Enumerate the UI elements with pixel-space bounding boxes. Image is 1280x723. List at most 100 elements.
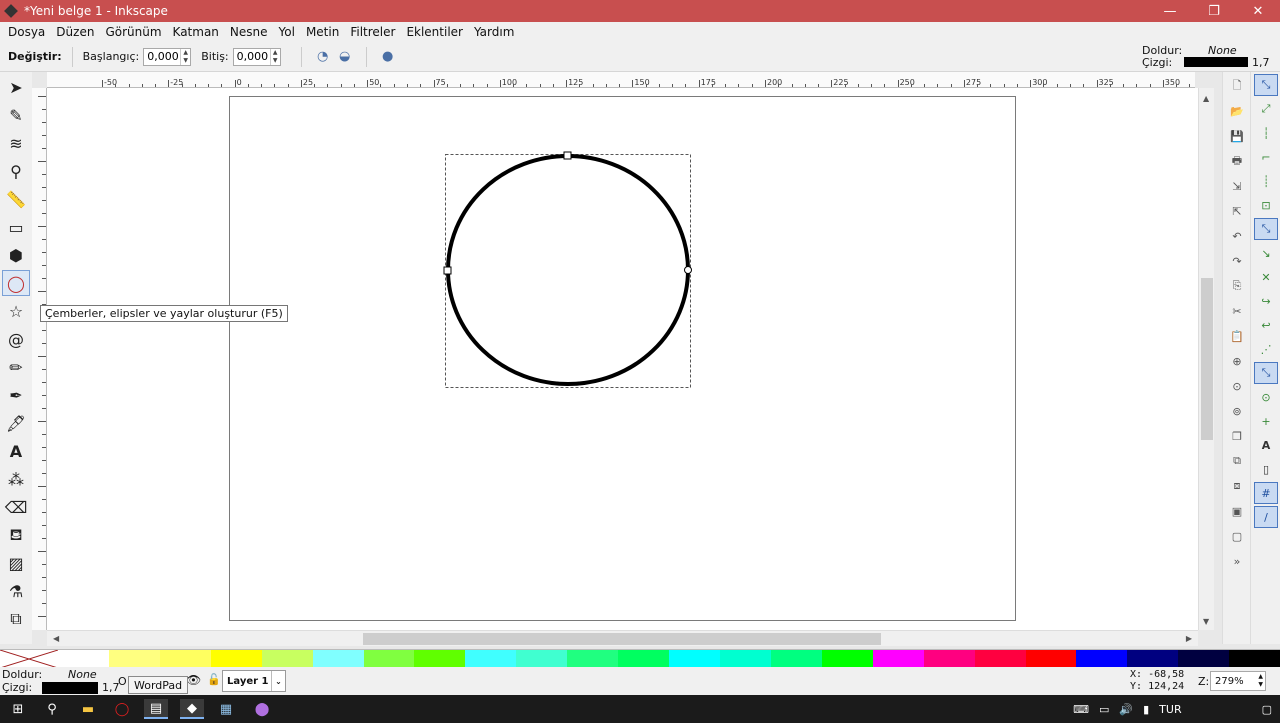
tweak-tool-icon[interactable]: ≋ bbox=[2, 130, 30, 156]
palette-swatch[interactable] bbox=[872, 650, 924, 668]
snap-bbox-edges-icon[interactable]: ┆ bbox=[1254, 122, 1278, 144]
menu-filters[interactable]: Filtreler bbox=[350, 25, 395, 39]
layer-visibility-icon[interactable]: 👁 bbox=[186, 673, 201, 687]
palette-swatch[interactable] bbox=[58, 650, 109, 668]
scroll-left-icon[interactable]: ◀ bbox=[53, 634, 59, 643]
no-paint-swatch[interactable] bbox=[0, 649, 59, 669]
selected-style-indicator[interactable]: Doldur: None Çizgi: 1,7 bbox=[2, 668, 120, 694]
eraser-tool-icon[interactable]: ⌫ bbox=[2, 494, 30, 520]
print-icon[interactable]: 🖶 bbox=[1226, 150, 1248, 172]
palette-swatch[interactable] bbox=[567, 650, 619, 668]
file-explorer-icon[interactable]: ▬ bbox=[76, 699, 100, 719]
inkscape-icon[interactable]: ◆ bbox=[180, 699, 204, 719]
circle-shape[interactable] bbox=[446, 154, 690, 386]
notifications-icon[interactable]: ▢ bbox=[1262, 703, 1272, 716]
snap-bbox-corners-icon[interactable]: ⌐ bbox=[1254, 146, 1278, 168]
spin-down-icon[interactable]: ▼ bbox=[271, 57, 280, 65]
star-tool-icon[interactable]: ☆ bbox=[2, 298, 30, 324]
ungroup-icon[interactable]: ▢ bbox=[1226, 525, 1248, 547]
arc-slice-icon[interactable]: ◔ bbox=[312, 47, 334, 67]
layer-lock-icon[interactable]: 🔓 bbox=[207, 673, 221, 686]
rectangle-tool-icon[interactable]: ▭ bbox=[2, 214, 30, 240]
chevron-down-icon[interactable]: ⌄ bbox=[271, 671, 285, 691]
vertical-ruler[interactable] bbox=[32, 88, 47, 630]
duplicate-icon[interactable]: ❐ bbox=[1226, 425, 1248, 447]
menu-text[interactable]: Metin bbox=[306, 25, 339, 39]
dropper-tool-icon[interactable]: ⚗ bbox=[2, 578, 30, 604]
snap-rotation-center-icon[interactable]: + bbox=[1254, 410, 1278, 432]
zoom-field[interactable]: 279% ▲ ▼ bbox=[1210, 671, 1266, 691]
horizontal-ruler[interactable]: -50 -25 0 25 50 75 100 125 150 175 200 225 250 275 300… bbox=[47, 72, 1195, 88]
import-icon[interactable]: ⇲ bbox=[1226, 175, 1248, 197]
snap-nodes-icon[interactable]: ⤡ bbox=[1254, 218, 1278, 240]
undo-icon[interactable]: ↶ bbox=[1226, 225, 1248, 247]
maximize-button[interactable]: ❐ bbox=[1192, 0, 1236, 22]
start-spinbox[interactable]: ▲▼ bbox=[143, 47, 192, 66]
ry-handle[interactable] bbox=[563, 151, 572, 160]
opera-icon[interactable]: ◯ bbox=[110, 699, 134, 719]
export-icon[interactable]: ⇱ bbox=[1226, 200, 1248, 222]
minimize-button[interactable]: — bbox=[1148, 0, 1192, 22]
menu-edit[interactable]: Düzen bbox=[56, 25, 94, 39]
photos-icon[interactable]: ▦ bbox=[214, 699, 238, 719]
volume-icon[interactable]: 🔊 bbox=[1119, 703, 1133, 716]
palette-swatch[interactable] bbox=[159, 650, 211, 668]
save-icon[interactable]: 💾 bbox=[1226, 125, 1248, 147]
snap-text-baseline-icon[interactable]: A bbox=[1254, 434, 1278, 456]
bucket-tool-icon[interactable]: ⛾ bbox=[2, 522, 30, 548]
end-input[interactable] bbox=[233, 48, 270, 65]
snap-intersections-icon[interactable]: ✕ bbox=[1254, 266, 1278, 288]
snap-enable-icon[interactable]: ⤡ bbox=[1254, 74, 1278, 96]
horizontal-scrollbar[interactable]: ◀ ▶ bbox=[47, 630, 1198, 646]
arc-handle[interactable] bbox=[684, 266, 692, 274]
end-spinbox[interactable]: ▲▼ bbox=[232, 47, 281, 66]
snap-object-center-icon[interactable]: ⊙ bbox=[1254, 386, 1278, 408]
palette-swatch[interactable] bbox=[923, 650, 975, 668]
scroll-right-icon[interactable]: ▶ bbox=[1186, 634, 1192, 643]
palette-swatch[interactable] bbox=[516, 650, 568, 668]
connector-tool-icon[interactable]: ⧉ bbox=[2, 606, 30, 632]
snap-others-icon[interactable]: ⤡ bbox=[1254, 362, 1278, 384]
palette-swatch[interactable] bbox=[108, 650, 160, 668]
palette-swatch[interactable] bbox=[414, 650, 466, 668]
wordpad-icon[interactable]: ▤ bbox=[144, 699, 168, 719]
zoom-tool-icon[interactable]: ⚲ bbox=[2, 158, 30, 184]
style-indicator[interactable]: Doldur: None Çizgi: 1,7 bbox=[1142, 44, 1278, 70]
zoom-selection-icon[interactable]: ⊕ bbox=[1226, 350, 1248, 372]
arc-open-icon[interactable]: ◒ bbox=[334, 47, 356, 67]
palette-swatch[interactable] bbox=[1127, 650, 1179, 668]
spiral-tool-icon[interactable]: @ bbox=[2, 326, 30, 352]
more-commands-icon[interactable]: » bbox=[1226, 550, 1248, 572]
palette-swatch[interactable] bbox=[1025, 650, 1077, 668]
palette-swatch[interactable] bbox=[465, 650, 517, 668]
snap-paths-icon[interactable]: ↘ bbox=[1254, 242, 1278, 264]
new-document-icon[interactable]: 🗋 bbox=[1226, 75, 1248, 97]
make-whole-icon[interactable]: ● bbox=[377, 47, 399, 67]
drawing-canvas[interactable] bbox=[47, 88, 1198, 630]
spin-up-icon[interactable]: ▲ bbox=[271, 49, 280, 57]
palette-swatch[interactable] bbox=[1229, 650, 1280, 668]
input-language[interactable]: TUR bbox=[1159, 703, 1181, 716]
clone-icon[interactable]: ⧉ bbox=[1226, 450, 1248, 472]
ellipse-tool-icon[interactable]: ◯ bbox=[2, 270, 30, 296]
snap-guides-icon[interactable]: / bbox=[1254, 506, 1278, 528]
snap-page-border-icon[interactable]: ▯ bbox=[1254, 458, 1278, 480]
menu-object[interactable]: Nesne bbox=[230, 25, 268, 39]
search-icon[interactable]: ⚲ bbox=[40, 699, 64, 719]
pencil-tool-icon[interactable]: ✏ bbox=[2, 354, 30, 380]
palette-swatch[interactable] bbox=[821, 650, 873, 668]
node-tool-icon[interactable]: ✎ bbox=[2, 102, 30, 128]
zoom-page-icon[interactable]: ⊚ bbox=[1226, 400, 1248, 422]
rx-handle[interactable] bbox=[443, 266, 452, 275]
spin-down-icon[interactable]: ▼ bbox=[181, 57, 190, 65]
zoom-spin-icon[interactable]: ▲ ▼ bbox=[1258, 673, 1263, 689]
snap-grid-icon[interactable]: # bbox=[1254, 482, 1278, 504]
selector-tool-icon[interactable]: ➤ bbox=[2, 74, 30, 100]
palette-swatch[interactable] bbox=[261, 650, 313, 668]
vertical-scrollbar[interactable]: ▲ ▼ bbox=[1198, 88, 1214, 630]
menu-file[interactable]: Dosya bbox=[8, 25, 45, 39]
zoom-drawing-icon[interactable]: ⊙ bbox=[1226, 375, 1248, 397]
spin-up-icon[interactable]: ▲ bbox=[181, 49, 190, 57]
calligraphy-tool-icon[interactable]: 🖋 bbox=[2, 410, 30, 436]
snap-bbox-midpoints-icon[interactable]: ┊ bbox=[1254, 170, 1278, 192]
